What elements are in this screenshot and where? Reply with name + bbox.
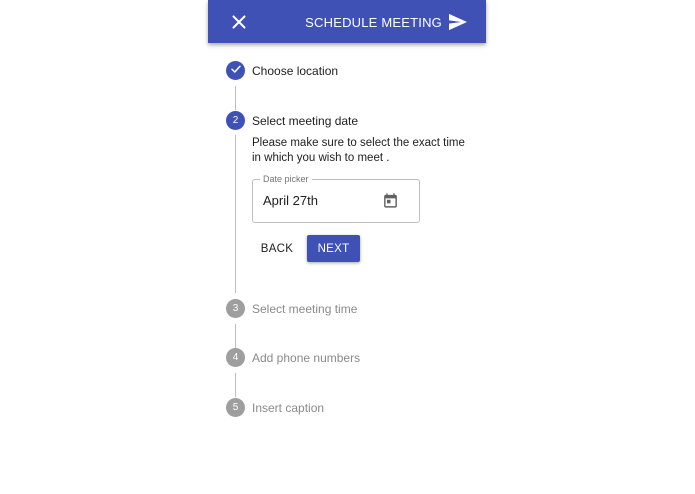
date-picker-field[interactable]: Date picker April 27th	[252, 174, 420, 223]
date-picker-label: Date picker	[260, 174, 312, 184]
step-5-indicator: 5	[226, 398, 245, 417]
step-3-label: Select meeting time	[252, 301, 358, 316]
step-add-phone-numbers[interactable]: 4 Add phone numbers	[226, 348, 360, 367]
next-button[interactable]: NEXT	[307, 235, 360, 262]
step-connector	[235, 373, 236, 397]
step-3-indicator: 3	[226, 299, 245, 318]
step-2-indicator: 2	[226, 111, 245, 130]
send-icon	[448, 13, 468, 31]
step-4-indicator: 4	[226, 348, 245, 367]
calendar-icon[interactable]	[382, 192, 399, 209]
step-2-label: Select meeting date	[252, 113, 359, 128]
step-5-label: Insert caption	[252, 400, 325, 415]
check-icon	[230, 63, 242, 78]
schedule-meeting-button[interactable]: SCHEDULE MEETING	[305, 11, 468, 33]
step-select-meeting-time[interactable]: 3 Select meeting time	[226, 299, 357, 318]
back-button[interactable]: BACK	[252, 235, 302, 262]
step-description: Please make sure to select the exact tim…	[252, 137, 465, 164]
close-button[interactable]	[228, 11, 250, 33]
step-1-label: Choose location	[252, 63, 339, 78]
app-bar: SCHEDULE MEETING	[208, 0, 486, 43]
step-insert-caption[interactable]: 5 Insert caption	[226, 398, 324, 417]
step-1-indicator	[226, 61, 245, 80]
stepper-screen: SCHEDULE MEETING Choose location 2 Selec…	[208, 0, 486, 494]
step-4-label: Add phone numbers	[252, 350, 361, 365]
step-select-meeting-date[interactable]: 2 Select meeting date	[226, 111, 358, 130]
step-choose-location[interactable]: Choose location	[226, 61, 338, 80]
date-picker-value: April 27th	[263, 193, 318, 208]
step-connector	[235, 135, 236, 293]
schedule-meeting-label: SCHEDULE MEETING	[305, 14, 442, 30]
close-icon	[228, 11, 250, 33]
step-connector	[235, 86, 236, 110]
step-connector	[235, 324, 236, 348]
